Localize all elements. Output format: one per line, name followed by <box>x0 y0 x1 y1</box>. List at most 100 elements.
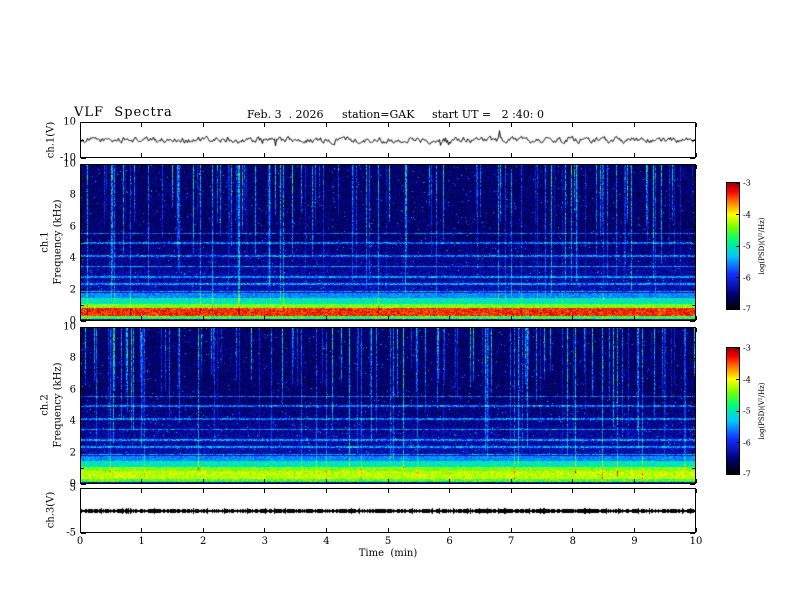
tick-label: 7 <box>508 536 515 547</box>
tick-label: 9 <box>631 536 638 547</box>
tick-mark <box>81 467 84 469</box>
tick-mark <box>141 165 143 169</box>
station-label: station=GAK <box>342 108 415 121</box>
tick-mark <box>81 210 84 212</box>
tick-mark <box>202 328 204 332</box>
tick-mark <box>81 163 86 165</box>
tick-mark <box>202 489 204 493</box>
tick-mark <box>81 226 86 228</box>
tick-mark <box>572 489 574 493</box>
tick-label: 10 <box>63 116 76 128</box>
tick-mark <box>690 194 695 196</box>
ch3-wave-ylabel: ch.3(V) <box>45 491 57 529</box>
tick-mark <box>325 528 327 532</box>
tick-mark <box>202 165 204 169</box>
tick-mark <box>690 320 695 322</box>
tick-mark <box>81 483 86 485</box>
tick-mark <box>202 316 204 320</box>
tick-mark <box>81 320 86 322</box>
tick-mark <box>633 123 635 127</box>
tick-label: 4 <box>69 252 76 264</box>
tick-mark <box>692 467 695 469</box>
tick-mark <box>79 153 81 157</box>
tick-label: 3 <box>261 536 268 547</box>
tick-label: 6 <box>446 536 453 547</box>
tick-label: 2 <box>200 536 207 547</box>
tick-mark <box>449 489 451 493</box>
tick-mark <box>202 479 204 483</box>
tick-mark <box>79 165 81 169</box>
tick-mark <box>387 489 389 493</box>
tick-mark <box>736 214 739 215</box>
tick-mark <box>633 528 635 532</box>
tick-label: 4 <box>69 415 76 427</box>
colorbar1-label: log(PSD)(V²/Hz) <box>758 217 766 275</box>
tick-mark <box>690 157 695 159</box>
tick-mark <box>510 479 512 483</box>
tick-mark <box>572 528 574 532</box>
tick-mark <box>264 489 266 493</box>
tick-mark <box>510 165 512 169</box>
tick-mark <box>692 405 695 406</box>
tick-label: 8 <box>569 536 576 547</box>
tick-mark <box>690 326 695 328</box>
tick-mark <box>81 257 86 259</box>
panel-ch3-waveform <box>80 488 696 533</box>
tick-mark <box>633 153 635 157</box>
tick-mark <box>736 182 739 184</box>
tick-mark <box>264 328 266 332</box>
tick-mark <box>510 316 512 320</box>
tick-mark <box>79 528 81 532</box>
tick-mark <box>695 165 697 169</box>
tick-label: -5 <box>66 527 76 539</box>
tick-mark <box>79 123 81 127</box>
tick-mark <box>387 479 389 483</box>
tick-mark <box>510 123 512 127</box>
ch2-spectrogram-canvas <box>81 328 695 483</box>
tick-mark <box>81 436 84 438</box>
tick-mark <box>264 316 266 320</box>
tick-mark <box>695 153 697 157</box>
tick-mark <box>695 328 697 332</box>
tick-label: 10 <box>63 158 76 170</box>
tick-mark <box>325 153 327 157</box>
tick-mark <box>572 123 574 127</box>
tick-mark <box>690 121 695 123</box>
tick-mark <box>141 328 143 332</box>
tick-mark <box>387 328 389 332</box>
tick-mark <box>695 479 697 483</box>
tick-mark <box>81 289 86 291</box>
tick-mark <box>690 532 695 534</box>
tick-mark <box>325 479 327 483</box>
ch1-spec-ylabel: Frequency (kHz) <box>52 199 64 285</box>
tick-mark <box>81 304 84 306</box>
tick-label: 8 <box>69 352 76 364</box>
tick-mark <box>79 479 81 483</box>
tick-mark <box>449 165 451 169</box>
tick-mark <box>81 532 86 534</box>
tick-label: 0 <box>76 536 84 547</box>
ch1-wave-ylabel: ch.1(V) <box>45 121 57 159</box>
tick-mark <box>692 273 695 275</box>
tick-mark <box>510 528 512 532</box>
tick-mark <box>141 316 143 320</box>
ch3-waveform-canvas <box>81 489 695 532</box>
tick-mark <box>264 165 266 169</box>
tick-mark <box>690 289 695 291</box>
panel-ch2-spectrogram <box>80 327 696 484</box>
tick-mark <box>633 328 635 332</box>
tick-mark <box>81 357 86 359</box>
ch1-waveform-canvas <box>81 123 695 157</box>
tick-mark <box>81 389 86 391</box>
tick-mark <box>633 316 635 320</box>
tick-mark <box>690 226 695 228</box>
tick-mark <box>202 528 204 532</box>
tick-label: 8 <box>69 189 76 201</box>
tick-mark <box>81 326 86 328</box>
tick-mark <box>141 153 143 157</box>
tick-mark <box>572 165 574 169</box>
tick-mark <box>264 479 266 483</box>
tick-mark <box>449 123 451 127</box>
tick-mark <box>690 420 695 422</box>
tick-mark <box>695 528 697 532</box>
